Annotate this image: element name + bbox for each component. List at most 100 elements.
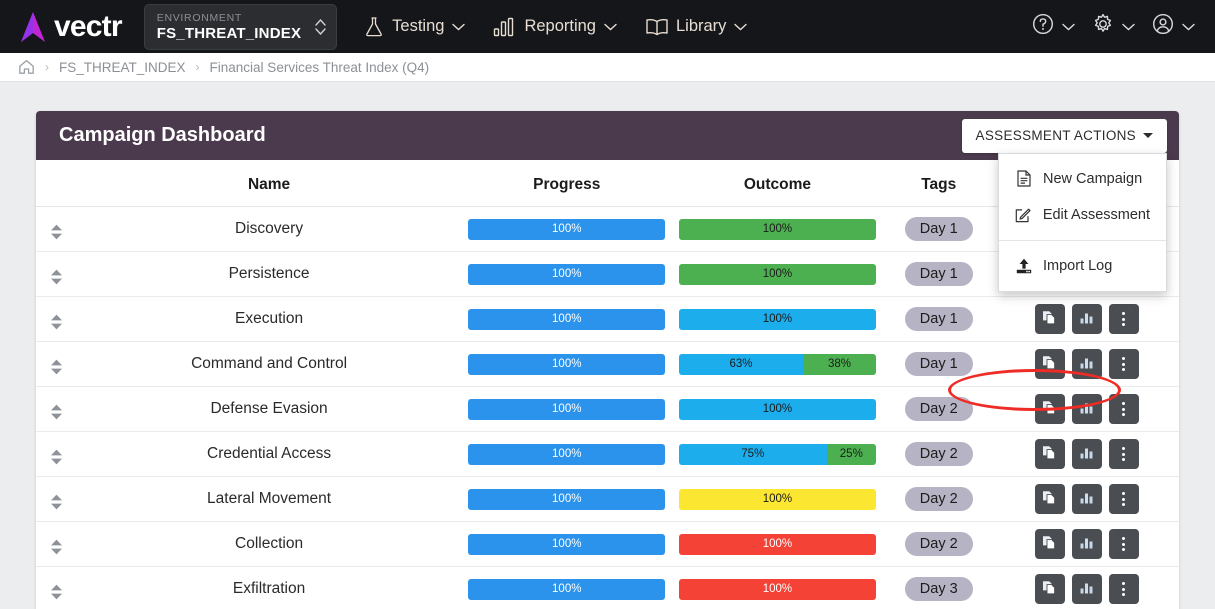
copy-campaign-button[interactable] — [1034, 304, 1065, 334]
status-badge[interactable]: Day 1 — [904, 262, 973, 286]
table-row[interactable]: Command and Control 100% 63% 38% Day 1 — [36, 341, 1179, 387]
row-outcome-cell: 75% 25% — [672, 431, 883, 477]
view-chart-button[interactable] — [1071, 349, 1102, 379]
table-row[interactable]: Collection 100% 100% Day 2 — [36, 521, 1179, 567]
outcome-bar: 100% — [678, 533, 876, 555]
row-drag-handle[interactable] — [50, 494, 63, 510]
bar-chart-icon — [1079, 445, 1094, 463]
row-action-group — [1034, 304, 1139, 334]
copy-campaign-button[interactable] — [1034, 574, 1065, 604]
menu-item-import-log[interactable]: Import Log — [999, 248, 1166, 284]
column-header-progress[interactable]: Progress — [461, 160, 673, 207]
row-action-group — [1034, 484, 1139, 514]
status-badge[interactable]: Day 2 — [904, 532, 973, 556]
status-badge[interactable]: Day 2 — [904, 487, 973, 511]
brand-logo-group[interactable]: vectr — [18, 11, 123, 43]
outcome-bar: 63% 38% — [678, 353, 876, 375]
row-handle-cell — [36, 296, 77, 342]
assessment-actions-button[interactable]: ASSESSMENT ACTIONS — [961, 118, 1167, 153]
row-progress-cell: 100% — [461, 521, 673, 567]
row-outcome-cell: 100% — [672, 206, 883, 252]
top-nav-right-group — [1025, 12, 1201, 41]
row-drag-handle[interactable] — [50, 269, 63, 285]
column-header-handle — [36, 160, 77, 207]
table-row[interactable]: Credential Access 100% 75% 25% Day 2 — [36, 431, 1179, 477]
page-body: Campaign Dashboard ASSESSMENT ACTIONS Ne… — [0, 82, 1215, 609]
row-drag-handle[interactable] — [50, 404, 63, 420]
column-header-outcome[interactable]: Outcome — [672, 160, 883, 207]
more-options-button[interactable] — [1108, 529, 1139, 559]
row-drag-handle[interactable] — [50, 314, 63, 330]
settings-menu[interactable] — [1085, 12, 1141, 41]
view-chart-button[interactable] — [1071, 439, 1102, 469]
chevron-updown-icon[interactable] — [315, 18, 326, 35]
status-badge[interactable]: Day 3 — [904, 577, 973, 601]
view-chart-button[interactable] — [1071, 304, 1102, 334]
copy-campaign-button[interactable] — [1034, 529, 1065, 559]
row-drag-handle[interactable] — [50, 449, 63, 465]
status-badge[interactable]: Day 1 — [904, 352, 973, 376]
help-menu[interactable] — [1025, 12, 1081, 41]
status-badge[interactable]: Day 2 — [904, 397, 973, 421]
row-progress-cell: 100% — [461, 386, 673, 432]
home-icon[interactable] — [18, 59, 35, 75]
view-chart-button[interactable] — [1071, 484, 1102, 514]
row-actions-cell — [994, 521, 1179, 567]
copy-campaign-button[interactable] — [1034, 484, 1065, 514]
card-header: Campaign Dashboard ASSESSMENT ACTIONS Ne… — [36, 111, 1179, 411]
row-drag-handle[interactable] — [50, 224, 63, 240]
outcome-segment: 38% — [803, 353, 876, 375]
row-tag-cell: Day 1 — [882, 341, 995, 387]
row-handle-cell — [36, 341, 77, 387]
row-drag-handle[interactable] — [50, 539, 63, 555]
copy-campaign-button[interactable] — [1034, 394, 1065, 424]
more-options-button[interactable] — [1108, 304, 1139, 334]
more-options-button[interactable] — [1108, 394, 1139, 424]
menu-item-edit-assessment[interactable]: Edit Assessment — [999, 197, 1166, 233]
view-chart-button[interactable] — [1071, 394, 1102, 424]
more-options-button[interactable] — [1108, 439, 1139, 469]
copy-campaign-button[interactable] — [1034, 439, 1065, 469]
row-progress-cell: 100% — [461, 566, 673, 609]
nav-label-library: Library — [675, 17, 727, 35]
account-menu[interactable] — [1145, 12, 1201, 41]
progress-segment: 100% — [468, 443, 666, 465]
status-badge[interactable]: Day 1 — [904, 217, 973, 241]
copy-icon — [1042, 310, 1057, 328]
nav-item-library[interactable]: Library — [645, 17, 748, 37]
table-row[interactable]: Exfiltration 100% 100% Day 3 — [36, 566, 1179, 609]
outcome-bar: 75% 25% — [678, 443, 876, 465]
progress-bar: 100% — [468, 218, 666, 240]
breadcrumb-item-assessment[interactable]: Financial Services Threat Index (Q4) — [210, 60, 430, 75]
nav-item-testing[interactable]: Testing — [363, 16, 466, 38]
progress-bar: 100% — [468, 263, 666, 285]
bar-chart-icon — [1079, 400, 1094, 418]
view-chart-button[interactable] — [1071, 574, 1102, 604]
kebab-icon — [1122, 402, 1126, 416]
row-drag-handle[interactable] — [50, 584, 63, 600]
row-name: Defense Evasion — [76, 386, 462, 432]
status-badge[interactable]: Day 2 — [904, 442, 973, 466]
status-badge[interactable]: Day 1 — [904, 307, 973, 331]
environment-selector[interactable]: ENVIRONMENT FS_THREAT_INDEX — [143, 3, 338, 50]
row-outcome-cell: 100% — [672, 521, 883, 567]
row-name: Collection — [76, 521, 462, 567]
nav-item-reporting[interactable]: Reporting — [493, 17, 617, 37]
menu-item-new-campaign[interactable]: New Campaign — [999, 161, 1166, 197]
table-row[interactable]: Defense Evasion 100% 100% Day 2 — [36, 386, 1179, 432]
breadcrumb-item-environment[interactable]: FS_THREAT_INDEX — [59, 60, 186, 75]
more-options-button[interactable] — [1108, 349, 1139, 379]
row-tag-cell: Day 2 — [882, 431, 995, 477]
table-row[interactable]: Execution 100% 100% Day 1 — [36, 296, 1179, 342]
menu-label-new-campaign: New Campaign — [1043, 170, 1143, 187]
outcome-segment: 63% — [678, 353, 804, 375]
view-chart-button[interactable] — [1071, 529, 1102, 559]
column-header-name[interactable]: Name — [76, 160, 462, 207]
more-options-button[interactable] — [1108, 484, 1139, 514]
more-options-button[interactable] — [1108, 574, 1139, 604]
copy-icon — [1042, 445, 1057, 463]
table-row[interactable]: Lateral Movement 100% 100% Day 2 — [36, 476, 1179, 522]
row-drag-handle[interactable] — [50, 359, 63, 375]
column-header-tags[interactable]: Tags — [882, 160, 995, 207]
copy-campaign-button[interactable] — [1034, 349, 1065, 379]
